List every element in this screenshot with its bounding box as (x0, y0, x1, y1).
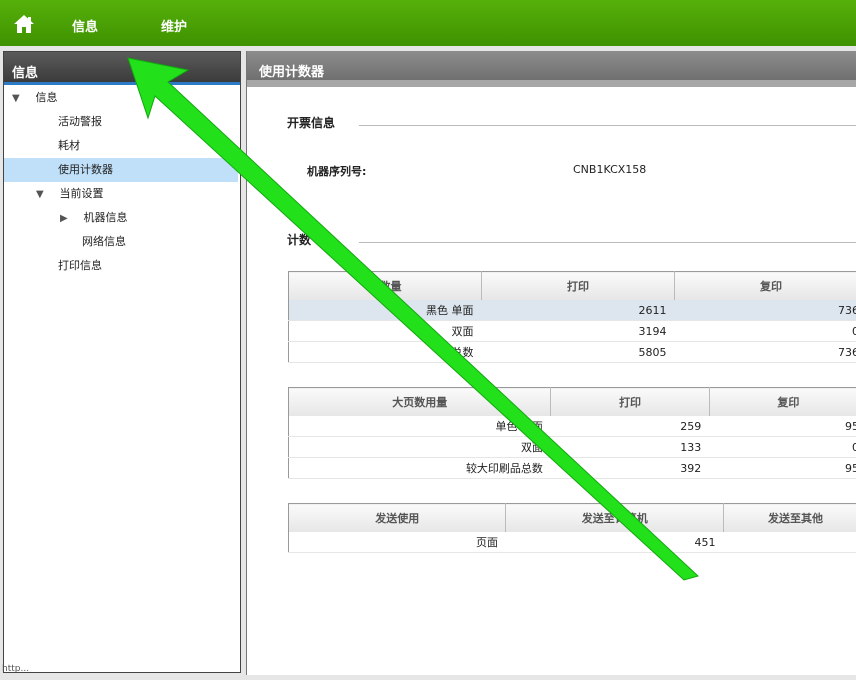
home-icon[interactable] (13, 14, 35, 34)
table-row: 双面 3194 0 (288, 320, 856, 342)
status-bar-text: http... (2, 664, 30, 674)
send-usage-table: 发送使用 发送至计算机 发送至其他 页面 451 (288, 503, 856, 553)
column-header: 总数量 (288, 271, 482, 300)
expanded-triangle-icon[interactable]: ▼ (36, 183, 48, 207)
table-row: 黑色 单面 2611 736 (288, 300, 856, 321)
table-row: 双面 133 0 (288, 436, 856, 458)
column-header: 发送至计算机 (505, 503, 725, 532)
sidebar-title: 信息 (4, 52, 240, 85)
collapsed-triangle-icon[interactable]: ▶ (60, 207, 72, 231)
column-header: 复印 (674, 271, 856, 300)
section-divider (359, 125, 856, 126)
nav-info[interactable]: 信息 (72, 16, 98, 35)
main-panel: 使用计数器 开票信息 机器序列号: CNB1KCX158 计数 总数量 打印 复… (246, 51, 856, 675)
tree-item-network-info[interactable]: 网络信息 (82, 230, 126, 254)
table-row: 较大印刷品总数 392 95 (288, 457, 856, 479)
table-row: 单色 单面 259 95 (288, 416, 856, 437)
total-count-table: 总数量 打印 复印 黑色 单面 2611 736 双面 3194 0 总数 58… (288, 271, 856, 363)
column-header: 发送使用 (288, 503, 507, 532)
top-nav-bar: 信息 维护 (0, 0, 856, 46)
tree-item-device-info[interactable]: ▶ 机器信息 (60, 206, 128, 230)
large-page-table: 大页数用量 打印 复印 单色 单面 259 95 双面 133 0 较大印刷品总… (288, 387, 856, 479)
column-header: 复印 (709, 387, 856, 416)
tree-item-supplies[interactable]: 耗材 (58, 134, 80, 158)
column-header: 打印 (481, 271, 675, 300)
tree-item-info[interactable]: ▼ 信息 (4, 86, 246, 110)
tree-item-usage-counter[interactable]: 使用计数器 (4, 158, 238, 182)
serial-value: CNB1KCX158 (573, 163, 647, 176)
tree-item-current-settings[interactable]: ▼ 当前设置 (36, 182, 104, 206)
nav-maintenance[interactable]: 维护 (161, 16, 187, 35)
counters-section-title: 计数 (287, 233, 312, 247)
table-row: 页面 451 (288, 532, 856, 553)
column-header: 打印 (550, 387, 710, 416)
tree-item-print-info[interactable]: 打印信息 (58, 254, 102, 278)
section-divider (359, 242, 856, 243)
column-header: 发送至其他 (723, 503, 856, 532)
table-row: 总数 5805 736 (288, 341, 856, 363)
column-header: 大页数用量 (288, 387, 552, 416)
serial-label: 机器序列号: (307, 165, 367, 178)
tree-item-alerts[interactable]: 活动警报 (58, 110, 102, 134)
sidebar: 信息 ▼ 信息 活动警报 耗材 使用计数器 ▼ 当前设置 ▶ 机器信息 网络信息… (3, 51, 241, 673)
expanded-triangle-icon[interactable]: ▼ (12, 87, 24, 111)
billing-section-title: 开票信息 (287, 116, 336, 130)
page-title: 使用计数器 (247, 51, 856, 87)
